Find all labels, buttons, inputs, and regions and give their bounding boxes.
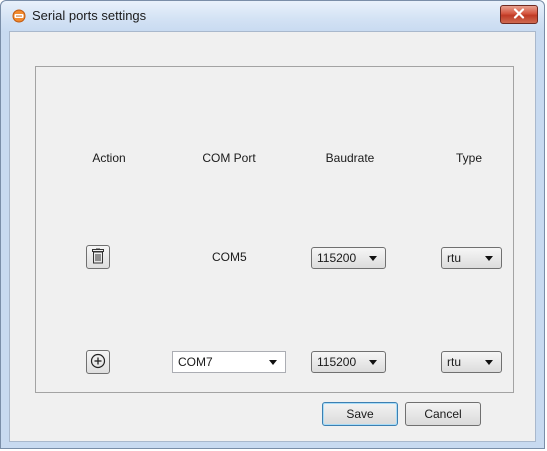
- chevron-down-icon: [485, 360, 493, 365]
- baudrate-select[interactable]: 115200: [311, 351, 386, 373]
- add-port-button[interactable]: [86, 350, 110, 374]
- header-baudrate: Baudrate: [325, 151, 375, 165]
- dialog-body: Action COM Port Baudrate Type COM5 11520…: [9, 31, 536, 442]
- type-value: rtu: [447, 355, 462, 369]
- serial-port-icon: [12, 9, 26, 23]
- close-icon: [513, 7, 525, 22]
- cancel-button[interactable]: Cancel: [405, 402, 481, 426]
- title-bar[interactable]: Serial ports settings: [1, 1, 544, 31]
- ports-group-box: Action COM Port Baudrate Type COM5 11520…: [35, 66, 514, 393]
- dialog-window: Serial ports settings Action COM Port Ba…: [0, 0, 545, 449]
- type-select[interactable]: rtu: [441, 247, 502, 269]
- header-com-port: COM Port: [202, 151, 256, 165]
- baudrate-value: 115200: [317, 251, 357, 265]
- header-type: Type: [455, 151, 483, 165]
- header-action: Action: [92, 151, 126, 165]
- baudrate-select[interactable]: 115200: [311, 247, 386, 269]
- chevron-down-icon: [485, 256, 493, 261]
- type-value: rtu: [447, 251, 462, 265]
- com-port-select-value: COM7: [178, 355, 213, 369]
- delete-port-button[interactable]: [86, 245, 110, 269]
- close-button[interactable]: [500, 5, 538, 24]
- chevron-down-icon: [369, 256, 377, 261]
- save-button[interactable]: Save: [322, 402, 398, 426]
- chevron-down-icon: [369, 360, 377, 365]
- com-port-select[interactable]: COM7: [172, 351, 286, 373]
- baudrate-value: 115200: [317, 355, 357, 369]
- trash-icon: [91, 248, 105, 267]
- add-icon: [90, 353, 106, 372]
- com-port-value: COM5: [212, 250, 247, 264]
- window-title: Serial ports settings: [32, 8, 147, 23]
- chevron-down-icon: [269, 360, 277, 365]
- type-select[interactable]: rtu: [441, 351, 502, 373]
